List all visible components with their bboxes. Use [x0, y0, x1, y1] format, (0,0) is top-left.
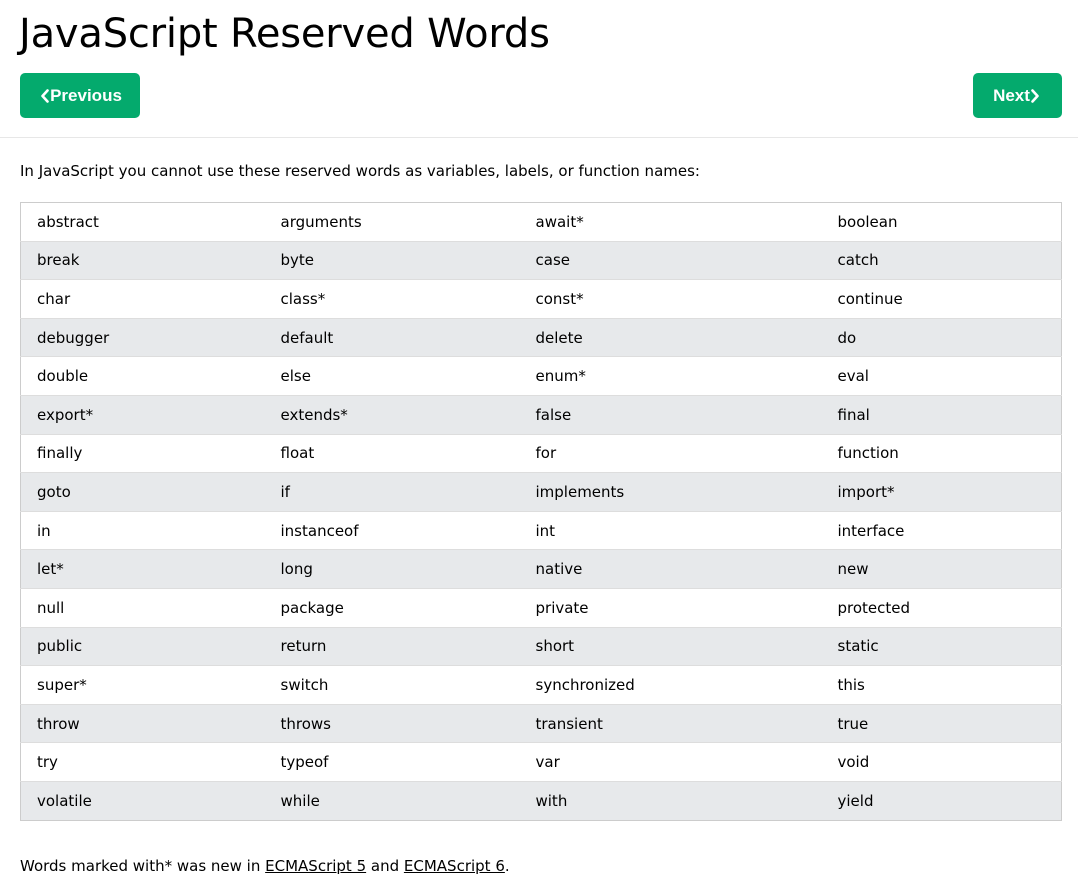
table-cell: final [821, 395, 1062, 435]
table-cell: class* [264, 279, 520, 319]
table-cell: throw [20, 704, 265, 744]
table-cell: function [821, 434, 1062, 474]
table-cell: private [519, 588, 822, 628]
table-cell: default [264, 318, 520, 358]
table-cell: if [264, 472, 520, 512]
table-row: volatile while with yield [20, 781, 1062, 820]
table-cell: enum* [519, 356, 822, 396]
table-cell: else [264, 356, 520, 396]
reserved-words-table: abstract arguments await* boolean break byte c… [20, 202, 1062, 821]
intro-text: In JavaScript you cannot use these reser… [20, 162, 700, 180]
footnote-suffix: . [504, 857, 510, 875]
table-row: super* switch synchronized this [20, 665, 1062, 705]
next-button-label: Next [993, 85, 1030, 105]
table-cell: float [264, 434, 520, 474]
table-cell: package [264, 588, 520, 628]
footnote-prefix: Words marked with* was new in [20, 857, 266, 875]
footnote: Words marked with* was new in ECMAScript… [20, 856, 510, 876]
table-cell: abstract [20, 202, 265, 242]
table-cell: super* [20, 665, 265, 705]
chevron-right-icon [1030, 88, 1042, 103]
table-cell: transient [519, 704, 822, 744]
table-row: char class* const* continue [20, 279, 1062, 319]
table-cell: null [20, 588, 265, 628]
table-cell: finally [20, 434, 265, 474]
table-cell: extends* [264, 395, 520, 435]
table-row: finally float for function [20, 434, 1062, 474]
table-cell: return [264, 627, 520, 667]
table-row: break byte case catch [20, 241, 1062, 281]
table-cell: false [519, 395, 822, 435]
table-row: try typeof var void [20, 742, 1062, 782]
table-cell: eval [821, 356, 1062, 396]
table-row: debugger default delete do [20, 318, 1062, 358]
chevron-left-icon [38, 88, 50, 103]
table-cell: true [821, 704, 1062, 744]
table-cell: this [821, 665, 1062, 705]
table-cell: debugger [20, 318, 265, 358]
table-cell: switch [264, 665, 520, 705]
table-cell: with [519, 781, 822, 820]
table-cell: short [519, 627, 822, 667]
table-cell: interface [821, 511, 1062, 551]
table-cell: void [821, 742, 1062, 782]
table-cell: boolean [821, 202, 1062, 242]
table-row: let* long native new [20, 549, 1062, 589]
table-cell: continue [821, 279, 1062, 319]
table-cell: protected [821, 588, 1062, 628]
table-cell: try [20, 742, 265, 782]
table-cell: new [821, 549, 1062, 589]
table-row: throw throws transient true [20, 704, 1062, 744]
table-cell: long [264, 549, 520, 589]
table-cell: export* [20, 395, 265, 435]
table-row: export* extends* false final [20, 395, 1062, 435]
table-cell: while [264, 781, 520, 820]
footnote-middle: and [366, 857, 404, 875]
table-row: in instanceof int interface [20, 511, 1062, 551]
table-cell: goto [20, 472, 265, 512]
table-row: public return short static [20, 627, 1062, 667]
table-row: abstract arguments await* boolean [20, 202, 1062, 242]
table-row: double else enum* eval [20, 356, 1062, 396]
table-cell: public [20, 627, 265, 667]
table-cell: synchronized [519, 665, 822, 705]
table-cell: const* [519, 279, 822, 319]
table-cell: instanceof [264, 511, 520, 551]
table-cell: delete [519, 318, 822, 358]
table-cell: static [821, 627, 1062, 667]
previous-button-label: Previous [50, 85, 122, 105]
ecmascript6-link[interactable]: ECMAScript 6 [404, 857, 505, 875]
table-cell: arguments [264, 202, 520, 242]
table-cell: byte [264, 241, 520, 281]
table-row: goto if implements import* [20, 472, 1062, 512]
table-cell: in [20, 511, 265, 551]
table-row: null package private protected [20, 588, 1062, 628]
table-cell: volatile [20, 781, 265, 820]
table-cell: case [519, 241, 822, 281]
table-cell: await* [519, 202, 822, 242]
table-cell: catch [821, 241, 1062, 281]
page-title: JavaScript Reserved Words [19, 11, 550, 57]
table-cell: let* [20, 549, 265, 589]
table-cell: do [821, 318, 1062, 358]
table-cell: break [20, 241, 265, 281]
divider [0, 137, 1078, 138]
table-cell: char [20, 279, 265, 319]
table-cell: implements [519, 472, 822, 512]
next-button[interactable]: Next [973, 73, 1062, 118]
table-cell: double [20, 356, 265, 396]
table-cell: typeof [264, 742, 520, 782]
table-cell: throws [264, 704, 520, 744]
table-cell: native [519, 549, 822, 589]
table-cell: import* [821, 472, 1062, 512]
table-cell: yield [821, 781, 1062, 820]
table-cell: var [519, 742, 822, 782]
previous-button[interactable]: Previous [20, 73, 140, 118]
ecmascript5-link[interactable]: ECMAScript 5 [265, 857, 366, 875]
table-cell: for [519, 434, 822, 474]
table-cell: int [519, 511, 822, 551]
